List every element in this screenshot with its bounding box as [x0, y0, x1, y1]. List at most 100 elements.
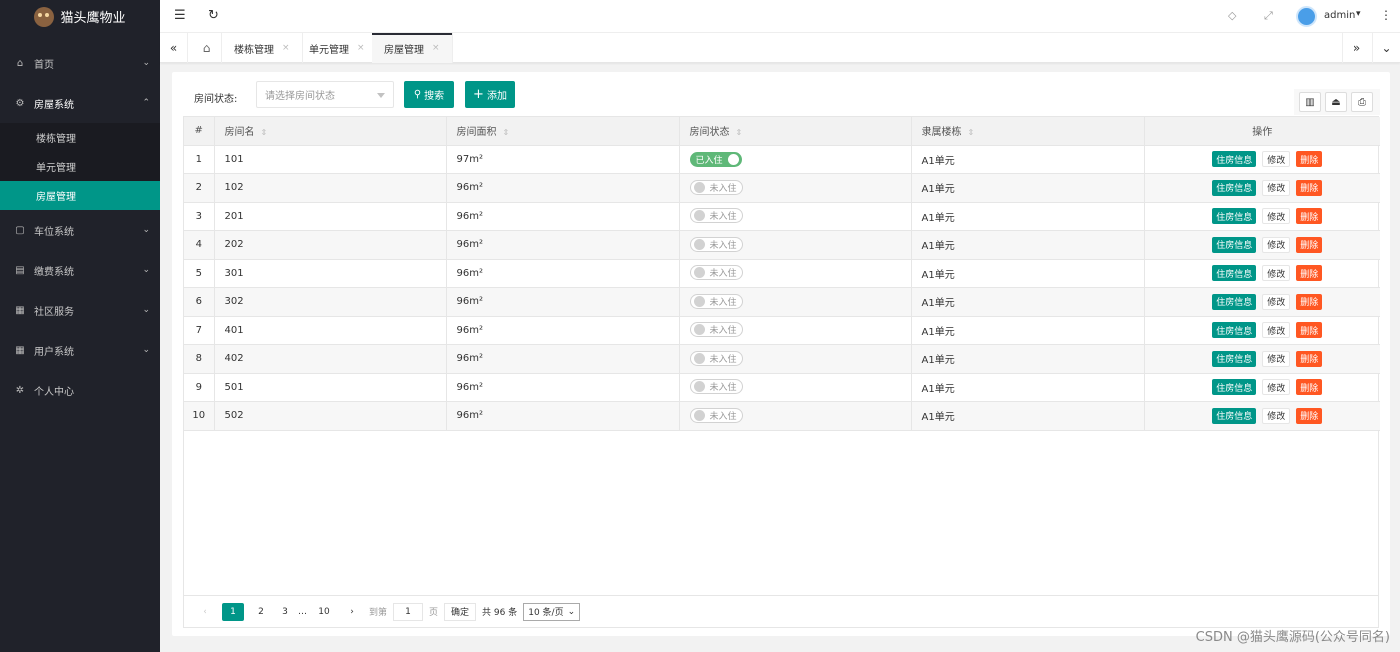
status-switch[interactable]: 未入住: [689, 322, 743, 338]
room-building: A1单元: [911, 401, 1145, 431]
status-switch[interactable]: 未入住: [689, 265, 743, 281]
export-icon[interactable]: ⏏: [1325, 92, 1347, 112]
page-size-select[interactable]: 10 条/页 ⌄: [523, 602, 581, 621]
status-text: 未入住: [709, 297, 737, 308]
page-last[interactable]: 10: [313, 603, 335, 621]
tabs-dropdown-icon[interactable]: ⌄: [1372, 33, 1400, 63]
status-switch[interactable]: 未入住: [689, 407, 743, 423]
edit-button[interactable]: 修改: [1262, 236, 1291, 253]
fullscreen-icon[interactable]: ⤢: [1264, 9, 1273, 23]
sort-icon[interactable]: ⇕: [736, 128, 743, 137]
room-status: 未入住: [679, 259, 912, 288]
page-1[interactable]: 1: [222, 602, 244, 621]
status-select[interactable]: 请选择房间状态: [256, 81, 394, 108]
resident-info-button[interactable]: 住房信息: [1212, 151, 1257, 168]
goto-page-input[interactable]: 1: [393, 602, 424, 621]
delete-button[interactable]: 删除: [1296, 151, 1323, 168]
sidebar-item-home[interactable]: ⌂ 首页 ⌄: [0, 43, 160, 83]
resident-info-button[interactable]: 住房信息: [1212, 379, 1257, 396]
main-card: 房间状态: 请选择房间状态 ⚲ 搜索 + 添加 ▥ ⏏ ⎙ # 房间名 ⇕ 房间面…: [172, 72, 1390, 636]
refresh-icon[interactable]: ↻: [208, 8, 219, 23]
page-tabs: « ⌂ 楼栋管理 × 单元管理 × 房屋管理 × » ⌄: [160, 33, 1400, 63]
status-switch[interactable]: 未入住: [689, 350, 743, 366]
goto-confirm-button[interactable]: 确定: [444, 602, 477, 621]
delete-button[interactable]: 删除: [1296, 293, 1323, 310]
delete-button[interactable]: 删除: [1296, 265, 1323, 282]
columns-filter-icon[interactable]: ▥: [1299, 92, 1321, 112]
delete-button[interactable]: 删除: [1296, 407, 1323, 424]
edit-button[interactable]: 修改: [1262, 293, 1291, 310]
close-icon[interactable]: ×: [357, 43, 365, 53]
tag-icon[interactable]: ◇: [1228, 9, 1236, 22]
sort-icon[interactable]: ⇕: [968, 128, 975, 137]
resident-info-button[interactable]: 住房信息: [1212, 322, 1257, 339]
edit-button[interactable]: 修改: [1262, 407, 1291, 424]
delete-button[interactable]: 删除: [1296, 379, 1323, 396]
sidebar-item-housing[interactable]: ⚙ 房屋系统 ⌃: [0, 83, 160, 123]
delete-button[interactable]: 删除: [1296, 350, 1323, 367]
add-button[interactable]: + 添加: [465, 81, 515, 108]
sidebar-item-payment[interactable]: ▤ 缴费系统 ⌄: [0, 250, 160, 290]
sidebar-item-community[interactable]: ▦ 社区服务 ⌄: [0, 290, 160, 330]
tabs-next-icon[interactable]: »: [1342, 33, 1370, 63]
user-name[interactable]: admin: [1324, 10, 1355, 21]
sidebar-item-parking[interactable]: ▢ 车位系统 ⌄: [0, 210, 160, 250]
resident-info-button[interactable]: 住房信息: [1212, 179, 1257, 196]
edit-button[interactable]: 修改: [1262, 322, 1291, 339]
prev-page-icon[interactable]: ‹: [194, 603, 216, 621]
row-index: 6: [184, 287, 215, 317]
resident-info-button[interactable]: 住房信息: [1212, 350, 1257, 367]
tab-room[interactable]: 房屋管理 ×: [372, 33, 453, 63]
tabs-prev-icon[interactable]: «: [160, 33, 188, 63]
close-icon[interactable]: ×: [282, 43, 290, 53]
col-building[interactable]: 隶属楼栋 ⇕: [911, 117, 1145, 146]
status-switch[interactable]: 未入住: [689, 179, 743, 195]
sort-icon[interactable]: ⇕: [503, 128, 510, 137]
edit-button[interactable]: 修改: [1262, 208, 1291, 225]
delete-button[interactable]: 删除: [1296, 322, 1323, 339]
search-button[interactable]: ⚲ 搜索: [404, 81, 454, 108]
sidebar-item-profile[interactable]: ✲ 个人中心: [0, 370, 160, 410]
more-vertical-icon[interactable]: ⋮: [1380, 8, 1392, 22]
resident-info-button[interactable]: 住房信息: [1212, 407, 1257, 424]
sidebar-subitem-unit[interactable]: 单元管理: [0, 152, 160, 181]
col-room-area[interactable]: 房间面积 ⇕: [446, 117, 680, 146]
col-room-name[interactable]: 房间名 ⇕: [214, 117, 447, 146]
status-switch[interactable]: 未入住: [689, 236, 743, 252]
status-switch[interactable]: 未入住: [689, 208, 743, 224]
col-room-status[interactable]: 房间状态 ⇕: [679, 117, 912, 146]
edit-button[interactable]: 修改: [1262, 265, 1291, 282]
menu-toggle-icon[interactable]: ☰: [174, 8, 186, 23]
next-page-icon[interactable]: ›: [341, 603, 363, 621]
avatar[interactable]: [1296, 6, 1317, 27]
edit-button[interactable]: 修改: [1262, 179, 1291, 196]
edit-button[interactable]: 修改: [1262, 151, 1291, 168]
resident-info-button[interactable]: 住房信息: [1212, 208, 1257, 225]
status-switch[interactable]: 已入住: [689, 151, 742, 167]
chevron-up-icon: ⌃: [142, 98, 150, 108]
edit-button[interactable]: 修改: [1262, 379, 1291, 396]
status-switch[interactable]: 未入住: [689, 379, 743, 395]
sidebar-subitem-building[interactable]: 楼栋管理: [0, 123, 160, 152]
app-logo[interactable]: 猫头鹰物业: [0, 0, 160, 33]
tab-building[interactable]: 楼栋管理 ×: [222, 33, 303, 63]
resident-info-button[interactable]: 住房信息: [1212, 293, 1257, 310]
print-icon[interactable]: ⎙: [1351, 92, 1373, 112]
sort-icon[interactable]: ⇕: [261, 128, 268, 137]
sidebar-item-label: 车位系统: [34, 226, 74, 238]
sidebar-subitem-room[interactable]: 房屋管理: [0, 181, 160, 210]
close-icon[interactable]: ×: [432, 43, 440, 53]
resident-info-button[interactable]: 住房信息: [1212, 265, 1257, 282]
tab-home-icon[interactable]: ⌂: [192, 33, 222, 63]
tab-unit[interactable]: 单元管理 ×: [297, 33, 378, 63]
sidebar-item-users[interactable]: ▦ 用户系统 ⌄: [0, 330, 160, 370]
resident-info-button[interactable]: 住房信息: [1212, 236, 1257, 253]
caret-down-icon[interactable]: ▾: [1356, 9, 1361, 19]
page-2[interactable]: 2: [250, 603, 272, 621]
delete-button[interactable]: 删除: [1296, 236, 1323, 253]
edit-button[interactable]: 修改: [1262, 350, 1291, 367]
page-3[interactable]: 3: [278, 603, 292, 621]
status-switch[interactable]: 未入住: [689, 293, 743, 309]
delete-button[interactable]: 删除: [1296, 208, 1323, 225]
delete-button[interactable]: 删除: [1296, 179, 1323, 196]
